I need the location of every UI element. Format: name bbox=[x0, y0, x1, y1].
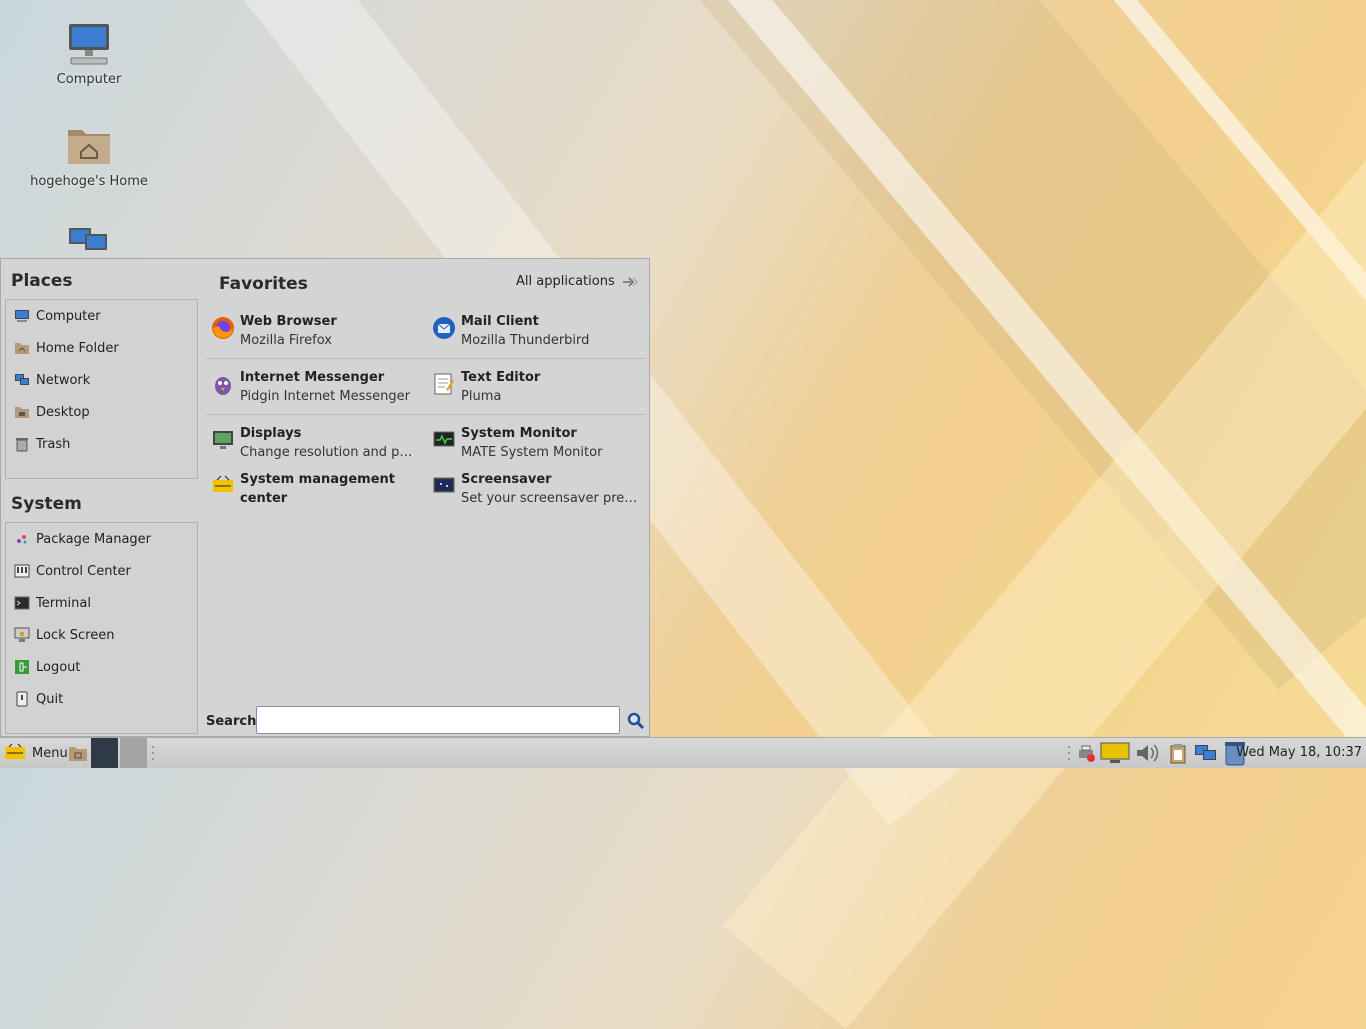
trash-icon bbox=[14, 436, 30, 452]
places-list: Computer Home Folder Network Desktop Tra… bbox=[5, 299, 198, 479]
favorite-system-management-center[interactable]: System management center bbox=[211, 470, 431, 508]
system-list: Package Manager Control Center Terminal … bbox=[5, 522, 198, 734]
desktop-icon-label: hogehoge's Home bbox=[30, 174, 148, 189]
terminal-icon bbox=[14, 595, 30, 611]
all-applications-button[interactable]: All applications bbox=[516, 274, 639, 289]
system-item-lock-screen[interactable]: Lock Screen bbox=[6, 619, 197, 651]
favorite-displays[interactable]: DisplaysChange resolution and position o… bbox=[211, 424, 431, 462]
network-status-icon[interactable] bbox=[1194, 738, 1218, 768]
favorite-web-browser[interactable]: Web Browser Mozilla Firefox bbox=[211, 312, 431, 350]
home-folder-icon bbox=[69, 747, 87, 761]
search-label: Search: bbox=[206, 714, 262, 729]
favorites-separator bbox=[206, 414, 646, 415]
logout-icon bbox=[14, 659, 30, 675]
printer-icon[interactable] bbox=[1076, 738, 1096, 768]
places-item-network[interactable]: Network bbox=[6, 364, 197, 396]
favorite-text-editor[interactable]: Text Editor Pluma bbox=[432, 368, 652, 406]
quit-icon bbox=[14, 691, 30, 707]
favorites-separator bbox=[206, 358, 646, 359]
search-input[interactable] bbox=[256, 706, 620, 734]
lock-screen-icon bbox=[14, 627, 30, 643]
search-icon[interactable] bbox=[627, 712, 645, 730]
workspace-2[interactable] bbox=[120, 738, 147, 768]
desktop-icon-computer[interactable]: Computer bbox=[24, 20, 154, 87]
taskbar: Menu Wed May 18, 10:37 bbox=[0, 737, 1366, 768]
text-editor-icon bbox=[432, 372, 456, 396]
panel-handle[interactable] bbox=[151, 738, 155, 768]
pidgin-icon bbox=[211, 372, 235, 396]
system-item-control-center[interactable]: Control Center bbox=[6, 555, 197, 587]
volume-icon[interactable] bbox=[1134, 738, 1160, 768]
system-item-terminal[interactable]: Terminal bbox=[6, 587, 197, 619]
thunderbird-icon bbox=[432, 316, 456, 340]
clock[interactable]: Wed May 18, 10:37 bbox=[1236, 745, 1362, 760]
favorite-system-monitor[interactable]: System Monitor MATE System Monitor bbox=[432, 424, 652, 462]
favorites-title: Favorites bbox=[219, 274, 308, 294]
wallpaper-streak bbox=[700, 0, 1366, 690]
alt-icon bbox=[211, 474, 235, 498]
firefox-icon bbox=[211, 316, 235, 340]
computer-icon bbox=[65, 20, 113, 68]
desktop-icon-home[interactable]: hogehoge's Home bbox=[24, 122, 154, 189]
places-title: Places bbox=[11, 271, 73, 291]
system-item-logout[interactable]: Logout bbox=[6, 651, 197, 683]
desktop-folder-icon bbox=[14, 404, 30, 420]
favorite-internet-messenger[interactable]: Internet Messenger Pidgin Internet Messen… bbox=[211, 368, 431, 406]
system-monitor-icon bbox=[432, 428, 456, 452]
menu-button[interactable]: Menu bbox=[4, 738, 68, 768]
arrow-right-icon bbox=[622, 276, 638, 287]
system-item-quit[interactable]: Quit bbox=[6, 683, 197, 715]
places-item-home-folder[interactable]: Home Folder bbox=[6, 332, 197, 364]
system-title: System bbox=[11, 494, 82, 514]
alt-icon bbox=[5, 743, 25, 759]
favorite-screensaver[interactable]: ScreensaverSet your screensaver preferen… bbox=[432, 470, 652, 508]
displays-icon bbox=[211, 428, 235, 452]
application-menu: Places Computer Home Folder Network Desk… bbox=[0, 258, 650, 737]
wallpaper-streak bbox=[1080, 0, 1366, 803]
file-manager-launcher[interactable] bbox=[68, 738, 88, 768]
workspace-1[interactable] bbox=[91, 738, 118, 768]
places-item-computer[interactable]: Computer bbox=[6, 300, 197, 332]
home-folder-icon bbox=[65, 122, 113, 170]
desktop-icon-label: Computer bbox=[56, 72, 122, 87]
home-folder-icon bbox=[14, 340, 30, 356]
places-item-trash[interactable]: Trash bbox=[6, 428, 197, 460]
computer-icon bbox=[14, 308, 30, 324]
wallpaper-streak bbox=[723, 160, 1366, 1029]
panel-handle[interactable] bbox=[1067, 738, 1071, 768]
control-center-icon bbox=[14, 563, 30, 579]
network-icon bbox=[14, 372, 30, 388]
display-settings-icon[interactable] bbox=[1100, 738, 1130, 768]
package-manager-icon bbox=[14, 531, 30, 547]
system-item-package-manager[interactable]: Package Manager bbox=[6, 523, 197, 555]
clipboard-icon[interactable] bbox=[1168, 738, 1188, 768]
screensaver-icon bbox=[432, 474, 456, 498]
favorite-mail-client[interactable]: Mail Client Mozilla Thunderbird bbox=[432, 312, 652, 350]
places-item-desktop[interactable]: Desktop bbox=[6, 396, 197, 428]
